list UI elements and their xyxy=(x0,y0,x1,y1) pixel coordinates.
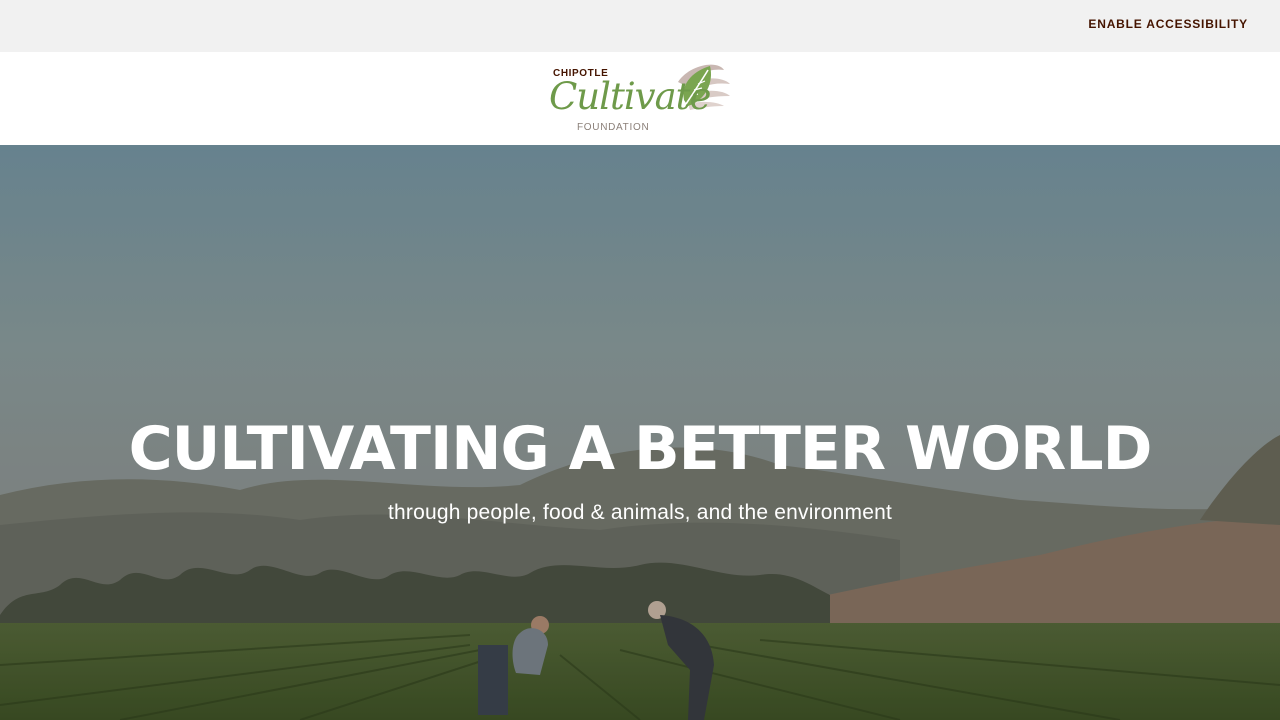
top-utility-bar: ENABLE ACCESSIBILITY xyxy=(0,0,1280,52)
hero-title: CULTIVATING A BETTER WORLD xyxy=(128,414,1153,484)
hero-subtitle: through people, food & animals, and the … xyxy=(387,501,893,524)
logo-wordmark: Cultivate xyxy=(549,75,711,118)
hero-section: CULTIVATING A BETTER WORLD through peopl… xyxy=(0,145,1280,720)
cultivate-foundation-logo[interactable]: CHIPOTLE Cultivate FOUNDATION xyxy=(548,60,732,138)
logo-foundation-text: FOUNDATION xyxy=(577,122,650,133)
site-header: CHIPOTLE Cultivate FOUNDATION xyxy=(0,52,1280,145)
enable-accessibility-link[interactable]: ENABLE ACCESSIBILITY xyxy=(1088,17,1248,31)
